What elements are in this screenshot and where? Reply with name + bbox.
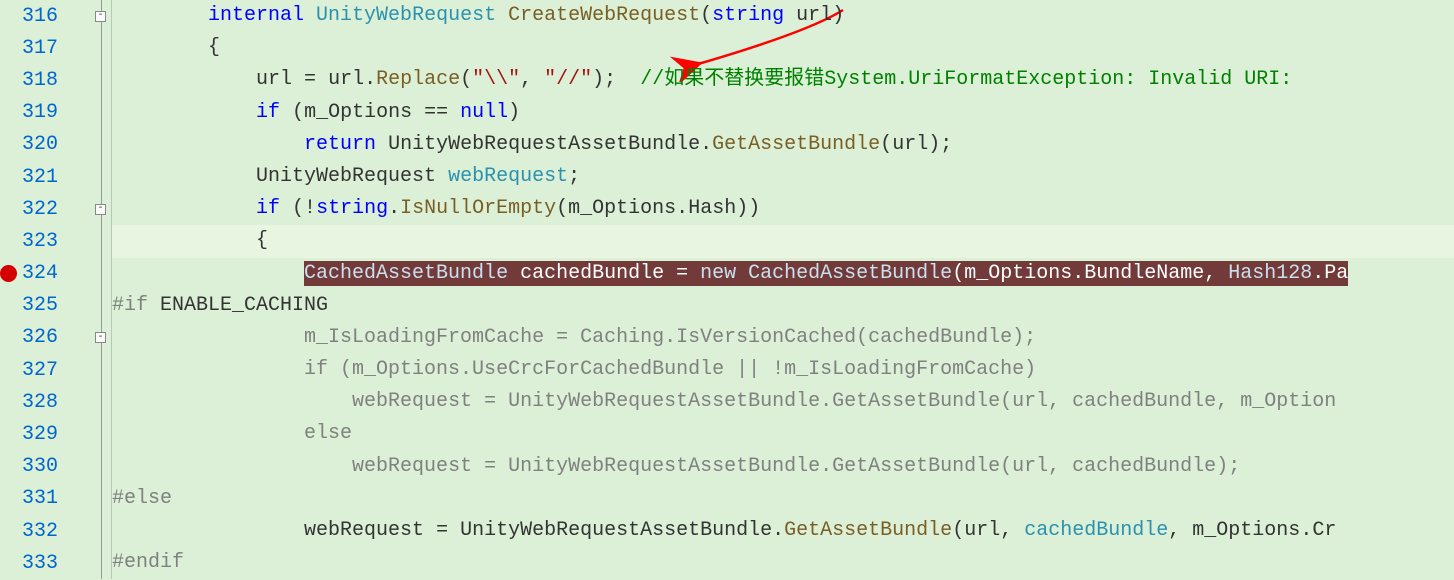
code-line[interactable]: { bbox=[112, 32, 1454, 64]
code-area[interactable]: internal UnityWebRequest CreateWebReques… bbox=[112, 0, 1454, 579]
fold-toggle-icon[interactable]: - bbox=[95, 11, 106, 22]
line-number: 327 bbox=[22, 354, 76, 386]
code-line[interactable]: { bbox=[112, 225, 1454, 257]
line-number: 324 bbox=[22, 258, 76, 290]
line-number: 318 bbox=[22, 64, 76, 96]
breakpoint-icon[interactable] bbox=[0, 265, 17, 282]
line-number: 321 bbox=[22, 161, 76, 193]
line-number: 325 bbox=[22, 290, 76, 322]
line-number: 333 bbox=[22, 547, 76, 579]
breakpoint-gutter[interactable] bbox=[0, 0, 22, 579]
line-number: 316 bbox=[22, 0, 76, 32]
line-number: 319 bbox=[22, 97, 76, 129]
code-line[interactable]: webRequest = UnityWebRequestAssetBundle.… bbox=[112, 515, 1454, 547]
code-line[interactable]: webRequest = UnityWebRequestAssetBundle.… bbox=[112, 386, 1454, 418]
fold-toggle-icon[interactable]: - bbox=[95, 204, 106, 215]
code-line[interactable]: webRequest = UnityWebRequestAssetBundle.… bbox=[112, 451, 1454, 483]
code-line[interactable]: #endif bbox=[112, 547, 1454, 579]
line-number: 330 bbox=[22, 451, 76, 483]
line-number: 331 bbox=[22, 483, 76, 515]
line-number: 329 bbox=[22, 418, 76, 450]
line-number: 317 bbox=[22, 32, 76, 64]
code-line[interactable]: internal UnityWebRequest CreateWebReques… bbox=[112, 0, 1454, 32]
line-number: 323 bbox=[22, 225, 76, 257]
line-number: 328 bbox=[22, 386, 76, 418]
code-line[interactable]: url = url.Replace("\\", "//"); //如果不替换要报… bbox=[112, 64, 1454, 96]
code-line[interactable]: UnityWebRequest webRequest; bbox=[112, 161, 1454, 193]
code-line[interactable]: return UnityWebRequestAssetBundle.GetAss… bbox=[112, 129, 1454, 161]
line-number: 326 bbox=[22, 322, 76, 354]
code-line-selected[interactable]: CachedAssetBundle cachedBundle = new Cac… bbox=[112, 258, 1454, 290]
code-line[interactable]: m_IsLoadingFromCache = Caching.IsVersion… bbox=[112, 322, 1454, 354]
code-line[interactable]: #if ENABLE_CACHING bbox=[112, 290, 1454, 322]
code-line[interactable]: #else bbox=[112, 483, 1454, 515]
code-editor[interactable]: 316 317 318 319 320 321 322 323 324 325 … bbox=[0, 0, 1454, 579]
fold-toggle-icon[interactable]: - bbox=[95, 332, 106, 343]
line-number: 322 bbox=[22, 193, 76, 225]
line-number: 320 bbox=[22, 129, 76, 161]
code-line[interactable]: if (!string.IsNullOrEmpty(m_Options.Hash… bbox=[112, 193, 1454, 225]
code-line[interactable]: if (m_Options == null) bbox=[112, 97, 1454, 129]
fold-gutter[interactable]: - - - bbox=[90, 0, 112, 579]
line-number: 332 bbox=[22, 515, 76, 547]
code-line[interactable]: if (m_Options.UseCrcForCachedBundle || !… bbox=[112, 354, 1454, 386]
line-number-gutter: 316 317 318 319 320 321 322 323 324 325 … bbox=[22, 0, 90, 579]
code-line[interactable]: else bbox=[112, 418, 1454, 450]
